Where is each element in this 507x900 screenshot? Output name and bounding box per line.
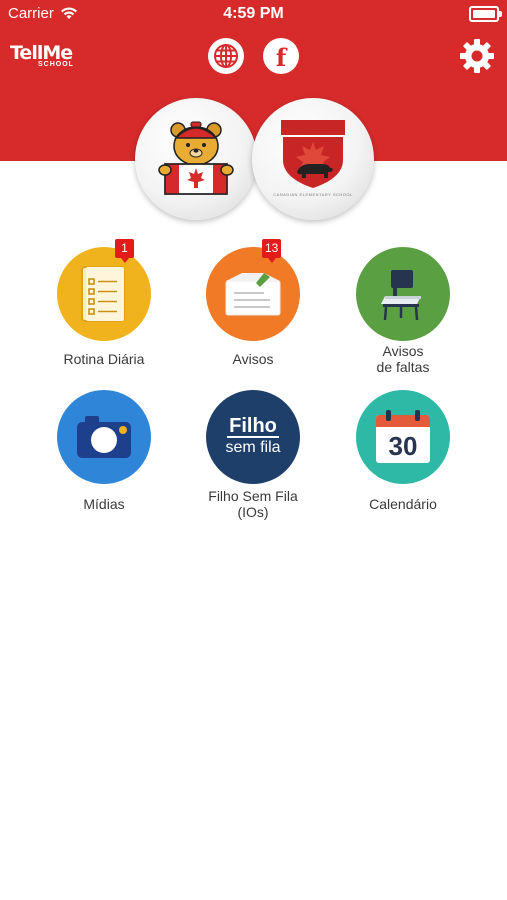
battery-icon: [469, 6, 502, 22]
rotina-diaria-badge: 1: [115, 239, 134, 263]
avisos-label: Avisos: [232, 351, 274, 367]
maplebear-subtitle: CANADIAN ELEMENTARY SCHOOL: [273, 192, 353, 197]
calendar-day: 30: [389, 431, 418, 461]
filho-sem-fila-circle: Filho sem fila: [206, 390, 300, 484]
menu-avisos[interactable]: 13 Avisos: [178, 239, 328, 367]
school-logo-bear[interactable]: [135, 98, 257, 220]
envelope-icon: [225, 273, 281, 316]
maplebear-shield-icon: [281, 120, 345, 188]
filho-sem-fila-label: Filho Sem Fila (IOs): [208, 488, 298, 520]
rotina-diaria-circle: 1: [57, 239, 151, 341]
rotina-diaria-label: Rotina Diária: [63, 351, 145, 367]
menu-calendario[interactable]: 30 Calendário: [328, 390, 478, 512]
menu-midias[interactable]: Mídias: [29, 390, 179, 512]
school-desk-icon: [381, 270, 421, 321]
avisos-badge: 13: [262, 239, 282, 263]
app-logo: TellMe SCHOOL: [10, 42, 74, 68]
avisos-de-faltas-circle: [356, 247, 450, 341]
filho-sem-fila-logo: Filho sem fila: [225, 415, 281, 457]
school-logo-maplebear[interactable]: MapleBear CANADIAN ELEMENTARY SCHOOL: [252, 98, 374, 220]
checklist-icon: [81, 266, 125, 322]
camera-icon: [77, 416, 131, 458]
status-bar: Carrier 4:59 PM: [0, 0, 507, 28]
midias-label: Mídias: [83, 496, 125, 512]
calendario-label: Calendário: [369, 496, 437, 512]
facebook-button[interactable]: f: [263, 38, 299, 74]
logo-sub-text: SCHOOL: [38, 61, 74, 68]
globe-icon: [214, 44, 238, 68]
maplebear-title: MapleBear: [286, 122, 340, 134]
midias-circle: [57, 390, 151, 484]
facebook-icon: f: [275, 42, 287, 72]
calendar-icon: 30: [376, 410, 430, 463]
bear-mascot-icon: [158, 121, 234, 195]
menu-filho-sem-fila[interactable]: Filho sem fila Filho Sem Fila (IOs): [178, 390, 328, 520]
calendario-circle: 30: [356, 390, 450, 484]
avisos-circle: 13: [206, 239, 300, 341]
menu-rotina-diaria[interactable]: 1 Rotina Diária: [29, 239, 179, 367]
menu-avisos-de-faltas[interactable]: Avisos de faltas: [328, 247, 478, 375]
filho-logo-line2: sem fila: [225, 439, 281, 456]
filho-logo-line1: Filho: [227, 415, 279, 438]
status-time: 4:59 PM: [223, 5, 284, 22]
gear-icon[interactable]: [459, 38, 495, 74]
avisos-de-faltas-label: Avisos de faltas: [376, 343, 430, 375]
language-button[interactable]: [208, 38, 244, 74]
